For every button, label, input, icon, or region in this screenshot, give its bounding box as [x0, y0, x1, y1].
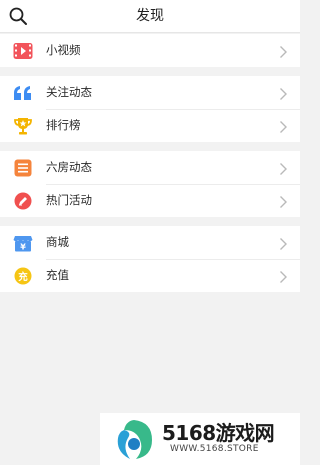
- video-icon: [13, 41, 33, 61]
- menu-group-store: ¥ 商城 充 充值: [0, 226, 300, 292]
- menu-item-label: 商城: [46, 235, 69, 249]
- menu-item-leaderboard[interactable]: 排行榜: [0, 109, 300, 142]
- menu-item-room-news[interactable]: 六房动态: [0, 151, 300, 184]
- chevron-right-icon: [279, 44, 288, 58]
- menu-group-social: 关注动态 排行榜: [0, 76, 300, 142]
- chevron-right-icon: [279, 236, 288, 250]
- menu-item-recharge[interactable]: 充 充值: [0, 259, 300, 292]
- quote-icon: [13, 83, 33, 103]
- menu-item-label: 六房动态: [46, 160, 92, 174]
- chevron-right-icon: [279, 194, 288, 208]
- menu-item-label: 充值: [46, 268, 69, 282]
- menu-item-label: 热门活动: [46, 193, 92, 207]
- site-watermark: 5168游戏网 WWW.5168.STORE: [100, 413, 300, 465]
- watermark-brand: 5168游戏网: [162, 421, 275, 445]
- chevron-right-icon: [279, 119, 288, 133]
- menu-item-short-video[interactable]: 小视频: [0, 34, 300, 67]
- menu-item-label: 小视频: [46, 43, 81, 57]
- menu-item-label: 关注动态: [46, 85, 92, 99]
- svg-text:¥: ¥: [20, 243, 26, 252]
- menu-item-shop[interactable]: ¥ 商城: [0, 226, 300, 259]
- top-bar: 发现: [0, 0, 300, 33]
- menu-item-follow-feed[interactable]: 关注动态: [0, 76, 300, 109]
- activity-icon: [13, 191, 33, 211]
- trophy-icon: [13, 116, 33, 136]
- menu-group-activities: 六房动态 热门活动: [0, 151, 300, 217]
- svg-text:充: 充: [18, 271, 28, 283]
- page-title: 发现: [136, 8, 164, 24]
- menu-item-label: 排行榜: [46, 118, 81, 132]
- chevron-right-icon: [279, 269, 288, 283]
- menu-item-hot-events[interactable]: 热门活动: [0, 184, 300, 217]
- list-icon: [13, 158, 33, 178]
- shop-icon: ¥: [13, 233, 33, 253]
- menu-group-video: 小视频: [0, 34, 300, 67]
- watermark-url: WWW.5168.STORE: [170, 444, 259, 454]
- recharge-icon: 充: [13, 266, 33, 286]
- watermark-logo-icon: [112, 416, 156, 462]
- chevron-right-icon: [279, 86, 288, 100]
- chevron-right-icon: [279, 161, 288, 175]
